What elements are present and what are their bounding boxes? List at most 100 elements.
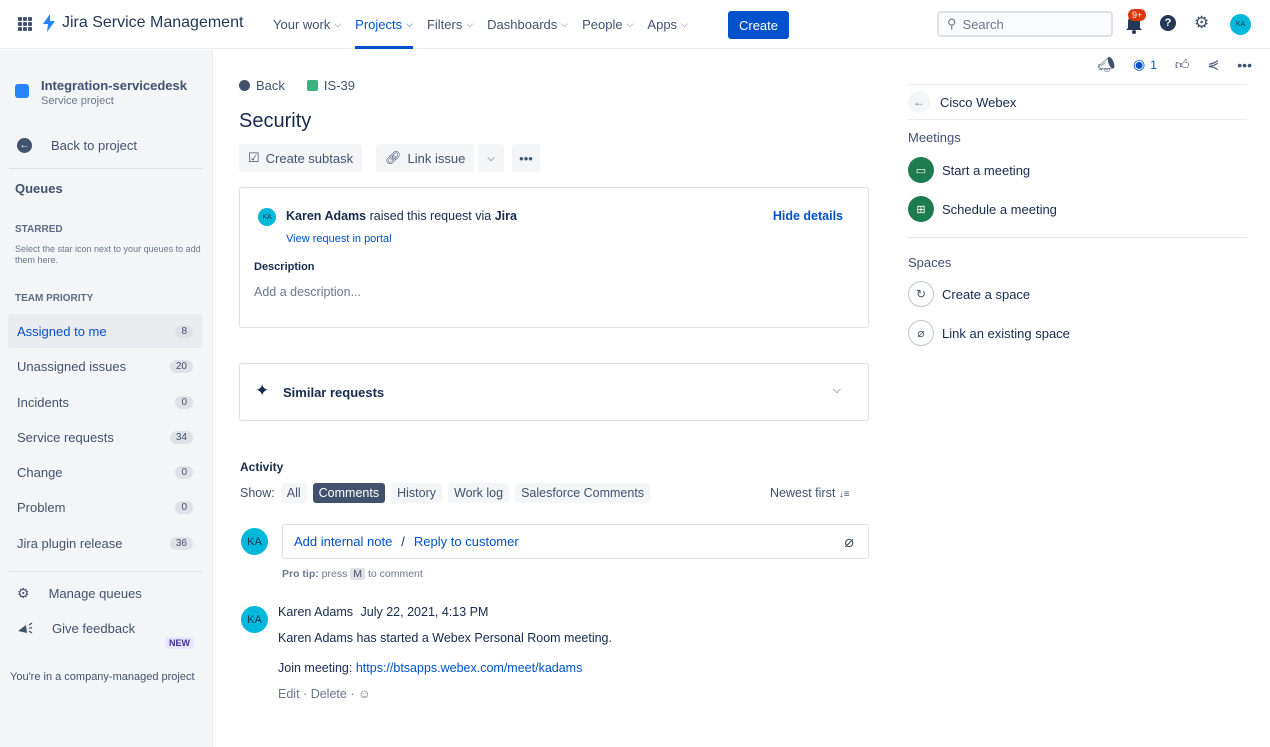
comment-composer[interactable]: Add internal note / Reply to customer ⌀ (282, 524, 869, 559)
help-icon[interactable]: ? (1160, 15, 1176, 31)
chevron-down-icon: ⌵ (626, 19, 634, 29)
schedule-meeting-button[interactable]: ⊞ Schedule a meeting (908, 196, 1057, 222)
nav-label: People (582, 17, 623, 32)
queue-problem[interactable]: Problem 0 (8, 490, 202, 524)
chevron-down-icon: ⌵ (334, 19, 342, 29)
start-meeting-button[interactable]: ▭ Start a meeting (908, 157, 1030, 183)
calendar-icon: ⊞ (908, 196, 934, 222)
similar-requests-panel[interactable]: ✦ Similar requests ⌵ (239, 363, 869, 421)
nav-people[interactable]: People ⌵ (582, 0, 633, 49)
issue-title[interactable]: Security (239, 110, 311, 133)
similar-requests-label: Similar requests (283, 385, 385, 400)
create-button[interactable]: Create (728, 11, 789, 39)
new-badge: NEW (165, 637, 194, 649)
project-avatar-icon (15, 84, 29, 98)
activity-heading: Activity (240, 460, 284, 474)
queue-jira-plugin-release[interactable]: Jira plugin release 36 (8, 526, 202, 560)
search-input[interactable]: ⚲ Search (937, 11, 1113, 37)
protip-prefix: Pro tip: (282, 568, 319, 580)
subtask-icon: ☑ (248, 150, 260, 165)
project-name: Integration-servicedesk (41, 78, 187, 93)
queue-assigned-to-me[interactable]: Assigned to me 8 (8, 314, 202, 348)
link-issue-dropdown[interactable]: ⌵ (478, 144, 504, 172)
nav-label: Projects (355, 17, 403, 32)
divider (908, 237, 1247, 238)
project-header[interactable]: Integration-servicedesk Service project (15, 78, 187, 107)
queue-unassigned-issues[interactable]: Unassigned issues 20 (8, 349, 202, 383)
thumbs-up-icon[interactable]: 👍︎ (1175, 56, 1190, 73)
raised-request-line: Karen Adams raised this request via Jira (286, 209, 517, 223)
search-icon: ⚲ (947, 16, 957, 31)
more-icon[interactable]: ••• (1237, 57, 1252, 73)
add-internal-note-button[interactable]: Add internal note (294, 534, 392, 549)
create-subtask-button[interactable]: ☑ Create subtask (239, 144, 363, 172)
comment-join-line: Join meeting: https://btsapps.webex.com/… (278, 661, 778, 675)
comment-actions: Edit · Delete · ☺ (278, 687, 478, 701)
back-link[interactable]: Back (256, 78, 285, 93)
filter-all[interactable]: All (280, 483, 307, 503)
queue-service-requests[interactable]: Service requests 34 (8, 420, 202, 454)
nav-label: Dashboards (487, 17, 558, 32)
filter-history[interactable]: History (391, 483, 442, 503)
requester-avatar: KA (258, 208, 276, 226)
separator-dot: · (350, 687, 355, 701)
filter-comments[interactable]: Comments (312, 483, 386, 503)
nav-your-work[interactable]: Your work ⌵ (273, 0, 341, 49)
user-avatar[interactable]: KA (1230, 14, 1251, 35)
filter-salesforce-comments[interactable]: Salesforce Comments (515, 483, 651, 503)
search-placeholder: Search (962, 16, 1004, 32)
comment-author[interactable]: Karen Adams (278, 605, 353, 619)
filter-work-log[interactable]: Work log (448, 483, 510, 503)
queue-count: 0 (175, 500, 193, 514)
link-issue-label: Link issue (407, 150, 466, 166)
share-icon[interactable]: ⋞ (1208, 56, 1220, 73)
give-feedback-label: Give feedback (52, 621, 136, 636)
reply-to-customer-button[interactable]: Reply to customer (414, 534, 519, 549)
nav-label: Filters (426, 17, 463, 32)
comment-body: Karen Adams has started a Webex Personal… (278, 631, 612, 645)
eye-icon: ◉ (1133, 56, 1146, 72)
queue-change[interactable]: Change 0 (8, 455, 202, 489)
meetings-heading: Meetings (908, 130, 961, 145)
product-logo[interactable]: Jira Service Management (41, 14, 243, 32)
link-issue-button[interactable]: 🔗︎ Link issue (376, 144, 475, 172)
sort-label: Newest first (770, 486, 836, 500)
nav-filters[interactable]: Filters ⌵ (427, 0, 473, 49)
more-actions-button[interactable]: ••• (512, 144, 540, 172)
queue-label: Unassigned issues (17, 358, 127, 374)
nav-dashboards[interactable]: Dashboards ⌵ (487, 0, 568, 49)
project-type: Service project (41, 95, 114, 107)
show-label: Show: (240, 486, 275, 500)
chevron-down-icon: ⌵ (832, 384, 841, 396)
chevron-down-icon: ⌵ (681, 19, 688, 29)
requester-name[interactable]: Karen Adams (286, 209, 366, 223)
give-feedback-link[interactable]: Give feedback (17, 621, 135, 636)
queue-label: Incidents (17, 394, 70, 410)
hide-details-link[interactable]: Hide details (773, 209, 843, 223)
queue-incidents[interactable]: Incidents 0 (8, 385, 202, 419)
manage-queues-link[interactable]: ⚙ Manage queues (17, 585, 142, 602)
edit-comment-button[interactable]: Edit (278, 687, 300, 701)
view-in-portal-link[interactable]: View request in portal (286, 233, 392, 245)
arrow-left-icon[interactable]: ← (908, 91, 930, 113)
settings-gear-icon[interactable]: ⚙ (1194, 13, 1209, 33)
nav-apps[interactable]: Apps ⌵ (647, 0, 687, 49)
queue-count: 0 (175, 395, 193, 409)
watch-button[interactable]: ◉ 1 (1133, 56, 1157, 73)
issue-key-link[interactable]: IS-39 (324, 78, 355, 93)
description-field[interactable]: Add a description... (254, 285, 361, 299)
create-space-button[interactable]: ↻ Create a space (908, 281, 1030, 307)
attachment-icon[interactable]: ⌀ (844, 532, 854, 552)
link-icon: ⌀ (908, 320, 934, 346)
queue-count: 20 (169, 359, 193, 373)
back-to-project-link[interactable]: ← Back to project (17, 138, 137, 153)
create-space-icon: ↻ (908, 281, 934, 307)
emoji-reaction-icon[interactable]: ☺ (358, 687, 371, 701)
join-meeting-link[interactable]: https://btsapps.webex.com/meet/kadams (356, 661, 583, 675)
link-space-button[interactable]: ⌀ Link an existing space (908, 320, 1070, 346)
feedback-megaphone-icon[interactable]: 📣︎ (1097, 56, 1115, 73)
app-switcher-icon[interactable] (18, 17, 32, 31)
delete-comment-button[interactable]: Delete (311, 687, 347, 701)
nav-projects[interactable]: Projects ⌵ (355, 0, 413, 49)
sort-order-toggle[interactable]: Newest first ↓≡ (770, 486, 850, 500)
